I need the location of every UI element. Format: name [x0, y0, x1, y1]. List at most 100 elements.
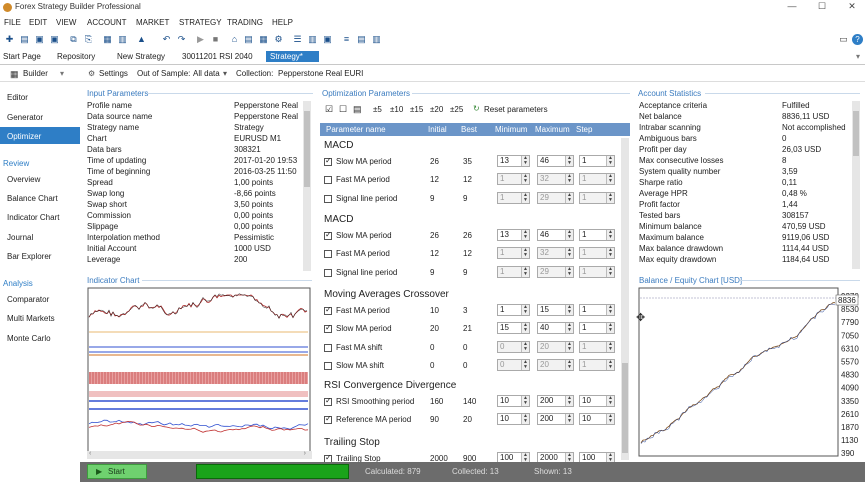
stepper-arrows-icon[interactable]: ▲ ▼	[565, 341, 573, 352]
scroll-thumb[interactable]	[622, 363, 628, 453]
param-max-value[interactable]: 2000	[540, 453, 558, 462]
nav-journal[interactable]: Journal	[7, 233, 33, 242]
param-checkbox[interactable]	[324, 194, 332, 203]
stepper-arrows-icon[interactable]: ▲ ▼	[521, 414, 529, 425]
stepper-arrows-icon[interactable]: ▲ ▼	[565, 266, 573, 277]
param-min-value[interactable]: 10	[500, 414, 509, 423]
nav-indicator-chart[interactable]: Indicator Chart	[7, 213, 59, 222]
stepper-arrows-icon[interactable]: ▲ ▼	[565, 248, 573, 259]
help-icon[interactable]: ?	[852, 34, 863, 45]
param-max-stepper[interactable]: 20 ▲ ▼	[537, 358, 574, 371]
stepper-arrows-icon[interactable]: ▲ ▼	[565, 396, 573, 406]
import-icon[interactable]: ▥	[117, 34, 128, 45]
param-max-stepper[interactable]: 40 ▲ ▼	[537, 322, 574, 335]
account-stats-scrollbar[interactable]	[852, 101, 860, 269]
param-min-stepper[interactable]: 1 ▲ ▼	[497, 247, 530, 260]
param-checkbox[interactable]	[324, 156, 332, 166]
stepper-arrows-icon[interactable]: ▲ ▼	[521, 156, 529, 166]
tab-new-strategy[interactable]: New Strategy	[117, 52, 165, 61]
param-min-value[interactable]: 1	[500, 193, 504, 202]
invert-check-icon[interactable]: ▤	[353, 104, 362, 115]
copy-icon[interactable]: ⧉	[68, 34, 79, 45]
param-step-stepper[interactable]: 1 ▲ ▼	[579, 265, 615, 278]
param-max-stepper[interactable]: 20 ▲ ▼	[537, 340, 574, 353]
param-step-value[interactable]: 1	[582, 323, 586, 332]
param-min-stepper[interactable]: 0 ▲ ▼	[497, 358, 530, 371]
param-min-value[interactable]: 0	[500, 342, 504, 351]
param-max-value[interactable]: 20	[540, 360, 549, 369]
param-checkbox[interactable]	[324, 343, 332, 352]
param-min-value[interactable]: 1	[500, 305, 504, 314]
param-step-stepper[interactable]: 10 ▲ ▼	[579, 395, 615, 407]
param-min-value[interactable]: 1	[500, 267, 504, 276]
tab-rsi-strategy[interactable]: 30011201 RSI 2040	[182, 52, 253, 61]
stepper-arrows-icon[interactable]: ▲ ▼	[606, 156, 614, 166]
start-button[interactable]: ▶ Start	[87, 464, 147, 479]
step-20[interactable]: ±20	[430, 105, 443, 114]
param-checkbox[interactable]	[324, 250, 332, 259]
optimization-scrollbar[interactable]	[621, 138, 629, 460]
param-step-value[interactable]: 1	[582, 156, 586, 165]
columns-icon[interactable]: ▥	[307, 34, 318, 45]
table-icon[interactable]: ▤	[356, 34, 367, 45]
scroll-thumb[interactable]	[853, 111, 859, 156]
stop-icon[interactable]: ■	[210, 34, 221, 45]
tabs-dropdown-icon[interactable]: ▾	[856, 52, 860, 61]
scroll-left-icon[interactable]: ‹	[89, 450, 91, 457]
save-icon[interactable]: ▣	[34, 34, 45, 45]
param-max-stepper[interactable]: 15 ▲ ▼	[537, 304, 574, 316]
param-step-value[interactable]: 1	[582, 174, 586, 183]
param-max-stepper[interactable]: 46 ▲ ▼	[537, 155, 574, 167]
grid-icon[interactable]: ▦	[258, 34, 269, 45]
stepper-arrows-icon[interactable]: ▲ ▼	[521, 359, 529, 370]
param-step-stepper[interactable]: 1 ▲ ▼	[579, 304, 615, 316]
stepper-arrows-icon[interactable]: ▲ ▼	[521, 396, 529, 406]
param-step-stepper[interactable]: 1 ▲ ▼	[579, 229, 615, 241]
param-min-stepper[interactable]: 10 ▲ ▼	[497, 413, 530, 426]
builder-dropdown[interactable]: Builder	[23, 69, 48, 78]
tab-strategy-active[interactable]: Strategy*	[266, 51, 319, 62]
param-step-stepper[interactable]: 1 ▲ ▼	[579, 173, 615, 186]
param-step-stepper[interactable]: 1 ▲ ▼	[579, 155, 615, 167]
menu-strategy[interactable]: STRATEGY	[179, 18, 222, 27]
nav-overview[interactable]: Overview	[7, 175, 40, 184]
param-max-value[interactable]: 46	[540, 230, 549, 239]
param-step-value[interactable]: 1	[582, 360, 586, 369]
nav-editor[interactable]: Editor	[7, 93, 28, 102]
nav-balance-chart[interactable]: Balance Chart	[7, 194, 58, 203]
play-icon[interactable]: ▶	[195, 34, 206, 45]
nav-bar-explorer[interactable]: Bar Explorer	[7, 252, 51, 261]
nav-comparator[interactable]: Comparator	[7, 295, 49, 304]
settings-button[interactable]: Settings	[99, 69, 128, 78]
collection-value[interactable]: Pepperstone Real EURI	[278, 69, 363, 78]
chat-icon[interactable]: ▭	[838, 34, 849, 45]
param-checkbox[interactable]	[324, 268, 332, 277]
param-step-stepper[interactable]: 1 ▲ ▼	[579, 247, 615, 260]
redo-icon[interactable]: ↷	[176, 34, 187, 45]
param-min-stepper[interactable]: 1 ▲ ▼	[497, 191, 530, 204]
param-max-value[interactable]: 32	[540, 248, 549, 257]
param-min-value[interactable]: 1	[500, 174, 504, 183]
scroll-thumb[interactable]	[304, 111, 310, 187]
param-min-stepper[interactable]: 13 ▲ ▼	[497, 155, 530, 167]
stepper-arrows-icon[interactable]: ▲ ▼	[606, 396, 614, 406]
menu-view[interactable]: VIEW	[56, 18, 76, 27]
chevron-down-icon[interactable]: ▾	[60, 69, 64, 78]
menu-account[interactable]: ACCOUNT	[87, 18, 127, 27]
stepper-arrows-icon[interactable]: ▲ ▼	[565, 323, 573, 334]
param-min-stepper[interactable]: 1 ▲ ▼	[497, 173, 530, 186]
scroll-right-icon[interactable]: ›	[304, 450, 306, 457]
hat-icon[interactable]: ▲	[136, 34, 147, 45]
param-min-value[interactable]: 100	[500, 453, 513, 462]
home-icon[interactable]: ⌂	[229, 34, 240, 45]
stepper-arrows-icon[interactable]: ▲ ▼	[606, 323, 614, 334]
param-step-stepper[interactable]: 1 ▲ ▼	[579, 191, 615, 204]
param-min-stepper[interactable]: 13 ▲ ▼	[497, 229, 530, 241]
step-15[interactable]: ±15	[410, 105, 423, 114]
param-step-value[interactable]: 1	[582, 305, 586, 314]
param-max-stepper[interactable]: 32 ▲ ▼	[537, 247, 574, 260]
tab-repository[interactable]: Repository	[57, 52, 95, 61]
align-icon[interactable]: ≡	[341, 34, 352, 45]
stepper-arrows-icon[interactable]: ▲ ▼	[565, 174, 573, 185]
stepper-arrows-icon[interactable]: ▲ ▼	[565, 414, 573, 425]
